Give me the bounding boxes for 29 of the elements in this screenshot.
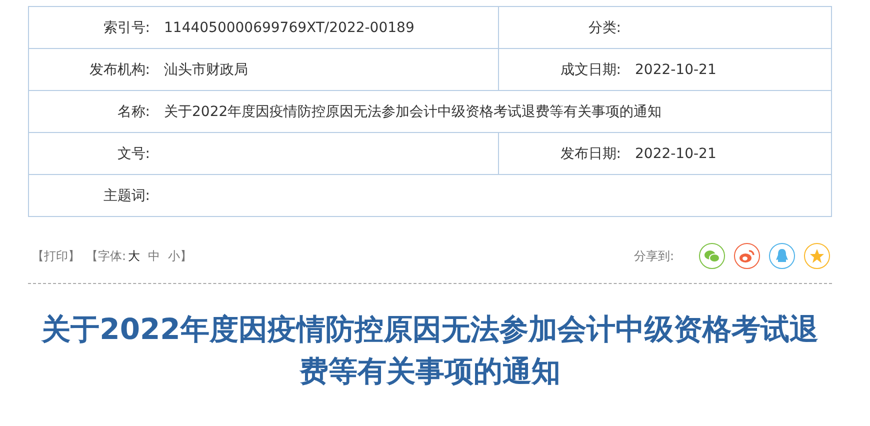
field-label: 成文日期: xyxy=(559,60,621,78)
field-value: 关于2022年度因疫情防控原因无法参加会计中级资格考试退费等有关事项的通知 xyxy=(164,102,662,120)
font-size-option[interactable]: 小 xyxy=(168,248,180,264)
share-button[interactable] xyxy=(734,243,760,269)
field-value: 汕头市财政局 xyxy=(164,60,248,78)
field-label: 分类: xyxy=(587,18,621,36)
field-value: 2022-10-21 xyxy=(635,146,716,162)
font-size-option[interactable]: 大 xyxy=(128,248,140,264)
field-label: 名称: xyxy=(116,102,150,120)
font-size-option[interactable]: 中 xyxy=(148,248,160,264)
share-button[interactable] xyxy=(769,243,795,269)
bracket-text: 】 xyxy=(180,248,192,264)
field-label: 索引号: xyxy=(102,18,150,36)
chat-bubbles-icon xyxy=(704,249,720,263)
article-title: 关于2022年度因疫情防控原因无法参加会计中级资格考试退费等有关事项的通知 xyxy=(40,311,820,390)
field-label: 文号: xyxy=(116,144,150,162)
share-label: 分享到: xyxy=(634,248,674,264)
share-button[interactable] xyxy=(804,243,830,269)
field-label: 发布机构: xyxy=(88,60,150,78)
field-value: 1144050000699769XT/2022-00189 xyxy=(164,20,414,36)
print-link[interactable]: 【打印】 xyxy=(32,248,80,264)
field-label: 主题词: xyxy=(102,186,150,204)
field-value: 2022-10-21 xyxy=(635,62,716,78)
penguin-icon xyxy=(775,248,789,264)
field-label: 发布日期: xyxy=(559,144,621,162)
share-button[interactable] xyxy=(699,243,725,269)
star-icon xyxy=(809,248,825,264)
font-size-label: 【字体: xyxy=(86,248,126,264)
eye-swirl-icon xyxy=(739,249,755,263)
